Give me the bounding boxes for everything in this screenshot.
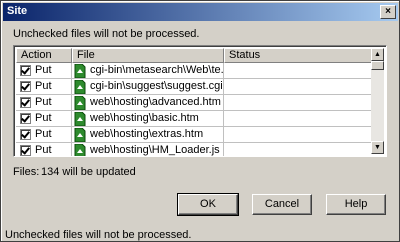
scroll-up-button[interactable]: ▲ [371, 48, 384, 61]
include-checkbox[interactable] [20, 145, 31, 156]
column-header-action[interactable]: Action [16, 48, 72, 63]
file-upload-icon [74, 112, 86, 126]
scrollbar-thumb[interactable] [371, 61, 384, 70]
file-cell: web\hosting\basic.htm [72, 111, 224, 127]
table-row[interactable]: Put cgi-bin\metasearch\Web\te... [16, 63, 372, 79]
scroll-down-button[interactable]: ▼ [371, 141, 384, 154]
include-checkbox[interactable] [20, 81, 31, 92]
file-name: web\hosting\extras.htm [90, 128, 204, 140]
window-title: Site [7, 5, 28, 17]
close-button[interactable]: × [380, 5, 396, 19]
action-cell: Put [16, 79, 72, 95]
action-label: Put [35, 128, 52, 140]
table-row[interactable]: Put web\hosting\extras.htm [16, 127, 372, 143]
file-name: web\hosting\advanced.htm [90, 96, 221, 108]
file-upload-icon [74, 96, 86, 110]
file-cell: cgi-bin\suggest\suggest.cgi [72, 79, 224, 95]
action-label: Put [35, 80, 52, 92]
action-cell: Put [16, 63, 72, 79]
file-rows: Put cgi-bin\metasearch\Web\te... Put cgi… [16, 63, 372, 156]
vertical-scrollbar[interactable]: ▲ ▼ [371, 48, 384, 154]
file-cell: cgi-bin\metasearch\Web\te... [72, 63, 224, 79]
file-cell: web\hosting\advanced.htm [72, 95, 224, 111]
status-bar-text: Unchecked files will not be processed. [5, 229, 192, 241]
file-cell: web\hosting\extras.htm [72, 127, 224, 143]
action-cell: Put [16, 143, 72, 156]
file-upload-icon [74, 144, 86, 156]
file-upload-icon [74, 128, 86, 142]
file-name: cgi-bin\suggest\suggest.cgi [90, 80, 223, 92]
table-row[interactable]: Put web\hosting\HM_Loader.js [16, 143, 372, 156]
file-list[interactable]: Action File Status Put cgi-bin\metasearc… [13, 45, 387, 157]
status-cell [224, 127, 372, 143]
action-cell: Put [16, 95, 72, 111]
file-upload-icon [74, 64, 86, 78]
file-name: web\hosting\basic.htm [90, 112, 199, 124]
status-cell [224, 111, 372, 127]
status-cell [224, 79, 372, 95]
help-button[interactable]: Help [326, 194, 386, 215]
action-cell: Put [16, 111, 72, 127]
status-cell [224, 63, 372, 79]
site-dialog: Site × Unchecked files will not be proce… [0, 0, 400, 242]
files-count-value: 134 will be updated [41, 166, 136, 178]
file-upload-icon [74, 80, 86, 94]
include-checkbox[interactable] [20, 65, 31, 76]
file-name: web\hosting\HM_Loader.js [90, 144, 220, 156]
file-cell: web\hosting\HM_Loader.js [72, 143, 224, 156]
include-checkbox[interactable] [20, 97, 31, 108]
files-count-label: Files: [13, 166, 40, 178]
status-cell [224, 95, 372, 111]
action-label: Put [35, 112, 52, 124]
column-header-file[interactable]: File [72, 48, 224, 63]
action-label: Put [35, 96, 52, 108]
cancel-button[interactable]: Cancel [252, 194, 312, 215]
action-label: Put [35, 64, 52, 76]
instruction-text: Unchecked files will not be processed. [13, 28, 200, 40]
action-label: Put [35, 144, 52, 156]
include-checkbox[interactable] [20, 113, 31, 124]
table-row[interactable]: Put web\hosting\advanced.htm [16, 95, 372, 111]
title-bar[interactable]: Site × [3, 3, 398, 21]
include-checkbox[interactable] [20, 129, 31, 140]
action-cell: Put [16, 127, 72, 143]
status-cell [224, 143, 372, 156]
table-row[interactable]: Put cgi-bin\suggest\suggest.cgi [16, 79, 372, 95]
column-header-status[interactable]: Status [224, 48, 372, 63]
file-name: cgi-bin\metasearch\Web\te... [90, 64, 224, 76]
ok-button[interactable]: OK [177, 193, 239, 216]
table-row[interactable]: Put web\hosting\basic.htm [16, 111, 372, 127]
